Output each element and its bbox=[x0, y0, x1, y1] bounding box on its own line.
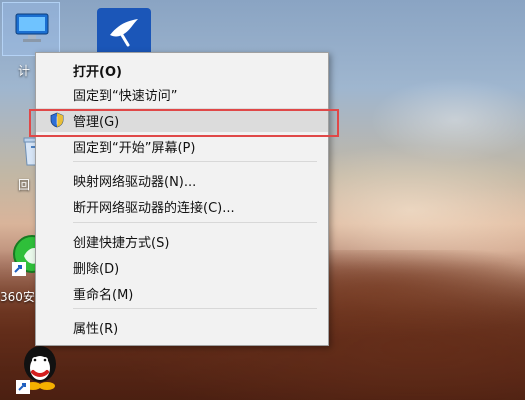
bird-icon bbox=[110, 19, 138, 47]
menu-item-label: 管理(G) bbox=[73, 114, 120, 130]
shield-icon bbox=[50, 112, 64, 128]
menu-item-open[interactable]: 打开(O) bbox=[36, 58, 328, 82]
menu-item-disconnect-network-drive[interactable]: 断开网络驱动器的连接(C)... bbox=[36, 194, 328, 218]
menu-item-delete[interactable]: 删除(D) bbox=[36, 255, 328, 279]
menu-item-label: 断开网络驱动器的连接(C)... bbox=[73, 200, 235, 216]
menu-item-label: 属性(R) bbox=[73, 321, 119, 337]
menu-item-rename[interactable]: 重命名(M) bbox=[36, 281, 328, 305]
feishu-icon[interactable] bbox=[97, 8, 151, 56]
computer-icon-caption: 计 bbox=[18, 64, 31, 78]
menu-item-pin-quick-access[interactable]: 固定到“快速访问” bbox=[36, 82, 328, 106]
shortcut-arrow-icon bbox=[16, 380, 30, 394]
menu-item-label: 创建快捷方式(S) bbox=[73, 235, 170, 251]
menu-item-label: 固定到“开始”屏幕(P) bbox=[73, 140, 196, 156]
menu-item-properties[interactable]: 属性(R) bbox=[36, 315, 328, 339]
menu-separator bbox=[73, 308, 317, 309]
menu-separator bbox=[73, 161, 317, 162]
menu-item-label: 重命名(M) bbox=[73, 287, 134, 303]
menu-item-manage[interactable]: 管理(G) bbox=[36, 108, 328, 132]
menu-item-label: 固定到“快速访问” bbox=[73, 88, 178, 104]
menu-item-map-network-drive[interactable]: 映射网络驱动器(N)... bbox=[36, 168, 328, 192]
computer-icon[interactable] bbox=[12, 8, 52, 48]
menu-item-label: 删除(D) bbox=[73, 261, 120, 277]
menu-item-label: 映射网络驱动器(N)... bbox=[73, 174, 197, 190]
menu-item-pin-start[interactable]: 固定到“开始”屏幕(P) bbox=[36, 134, 328, 158]
recycle-bin-caption: 回 bbox=[18, 178, 31, 192]
360-security-caption: 360安 bbox=[0, 290, 35, 304]
computer-icon-graphic bbox=[15, 13, 49, 42]
menu-separator bbox=[73, 222, 317, 223]
menu-item-label: 打开(O) bbox=[73, 64, 122, 80]
context-menu: 打开(O) 固定到“快速访问” 管理(G) 固定到“开始”屏幕(P) 映射网络驱… bbox=[35, 52, 329, 346]
menu-item-create-shortcut[interactable]: 创建快捷方式(S) bbox=[36, 229, 328, 253]
qq-icon[interactable] bbox=[16, 340, 64, 394]
shortcut-arrow-icon bbox=[12, 262, 26, 276]
